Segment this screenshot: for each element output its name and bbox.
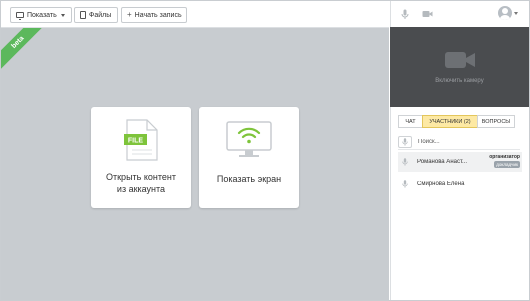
microphone-icon[interactable] [401, 9, 409, 20]
camera-icon [445, 52, 475, 68]
show-dropdown-button[interactable]: Показать [10, 7, 72, 23]
open-content-label-line1: Открыть контент [106, 172, 176, 182]
start-recording-label: Начать запись [134, 11, 182, 19]
plus-icon: + [127, 10, 132, 19]
microphone-icon[interactable] [402, 180, 408, 188]
participant-name: Смирнова Елена [417, 181, 465, 187]
open-content-label-line2: из аккаунта [116, 184, 166, 194]
microphone-icon[interactable] [402, 158, 408, 166]
screen-share-icon [226, 121, 272, 157]
file-icon [80, 11, 86, 19]
files-button-label: Файлы [89, 11, 112, 19]
tab-chat[interactable]: ЧАТ [398, 115, 423, 128]
presentation-stage: beta FILE Открыть контент из аккаунта По… [1, 28, 389, 300]
show-button-label: Показать [27, 11, 57, 19]
panel-tabs: ЧАТ УЧАСТНИКИ (2) ВОПРОСЫ [398, 115, 518, 128]
participant-row[interactable]: Романова Анаст... организатор докладчик [398, 152, 522, 172]
speaker-badge: докладчик [494, 161, 520, 168]
user-avatar[interactable] [498, 6, 512, 20]
video-preview[interactable]: Включить камеру [390, 27, 529, 107]
participant-name: Романова Анаст... [417, 159, 468, 165]
participant-search [398, 135, 520, 150]
show-screen-card[interactable]: Показать экран [199, 107, 299, 208]
enable-camera-label: Включить камеру [435, 78, 484, 84]
top-toolbar: Показать Файлы + Начать запись [1, 1, 389, 28]
monitor-icon [16, 12, 24, 20]
open-content-label: Открыть контент из аккаунта [91, 171, 191, 195]
camera-icon[interactable] [422, 10, 433, 18]
open-content-card[interactable]: FILE Открыть контент из аккаунта [91, 107, 191, 208]
participant-row[interactable]: Смирнова Елена [398, 174, 522, 194]
file-icon-text: FILE [128, 138, 143, 145]
microphone-icon [402, 138, 408, 146]
tab-questions[interactable]: ВОПРОСЫ [477, 115, 515, 128]
file-icon: FILE [124, 119, 158, 161]
chevron-down-icon [60, 13, 65, 17]
beta-ribbon: beta [1, 28, 48, 72]
mute-all-button[interactable] [398, 136, 412, 148]
tab-participants[interactable]: УЧАСТНИКИ (2) [422, 115, 478, 128]
start-recording-button[interactable]: + Начать запись [121, 7, 187, 23]
search-input[interactable] [418, 139, 513, 145]
organizer-badge: организатор [489, 154, 520, 160]
files-button[interactable]: Файлы [74, 7, 118, 23]
chevron-down-icon[interactable] [514, 12, 518, 15]
show-screen-label: Показать экран [216, 174, 282, 184]
